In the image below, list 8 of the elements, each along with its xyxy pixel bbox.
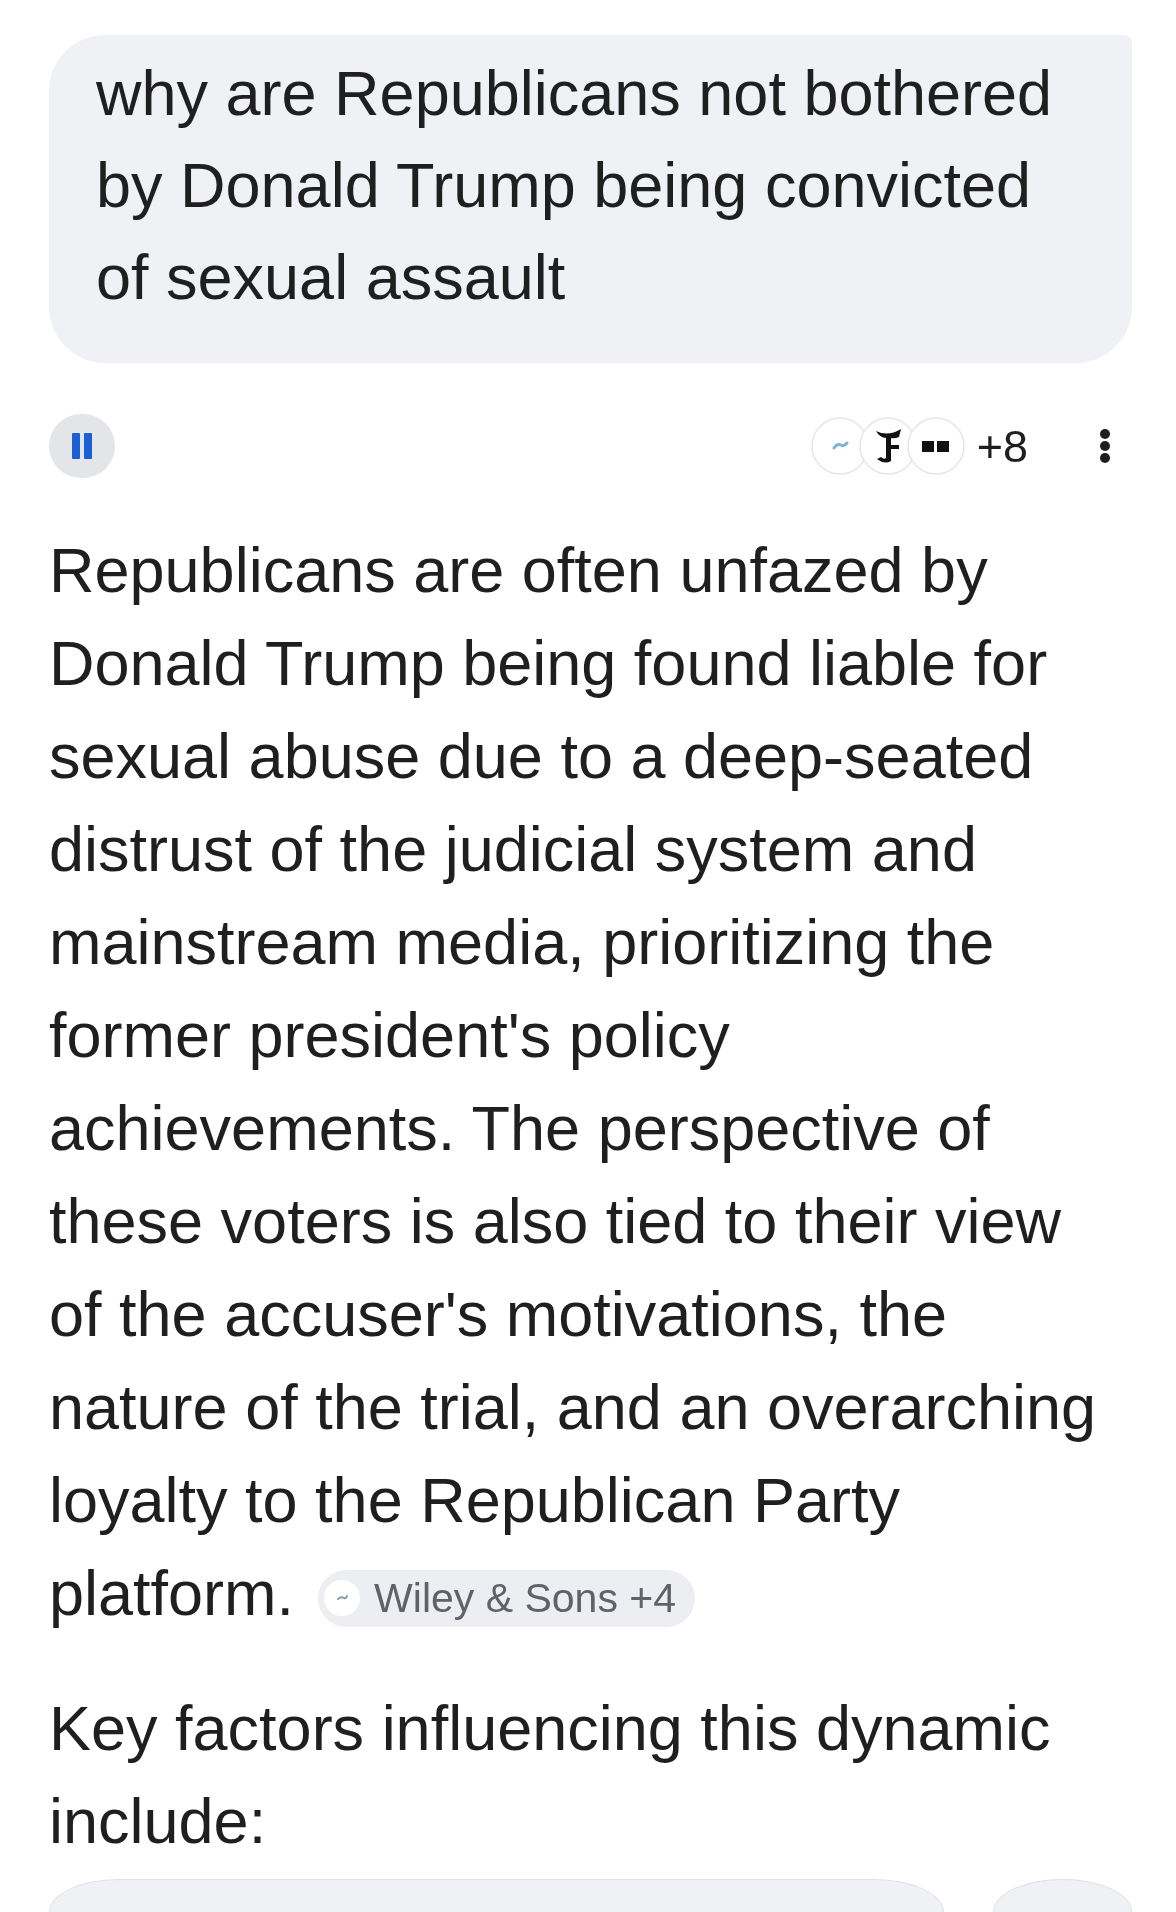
site-logo-icon xyxy=(324,1580,361,1617)
citation-chip[interactable]: Wiley & Sons +4 xyxy=(318,1569,696,1627)
query-text: why are Republicans not bothered by Donald Trump being convicted of sexual assault xyxy=(96,57,1054,314)
more-options-icon xyxy=(1099,429,1111,463)
squares-logo-icon xyxy=(906,417,965,475)
section-heading: Key factors influencing this dynamic include: xyxy=(49,1692,1052,1858)
answer-paragraph: Republicans are often unfazed by Donald Trump being found liable for sexual abuse due to a deep-seated distrust of the judicial system and mainstream media, prioritizing the former president's policy achievements. The perspective of these voters is also tied to their view of the accuser's motivations, the nature of the trial, and an overarching loyalty to the Republican Party platform. Wiley & Sons +4 xyxy=(49,534,1098,1630)
sources-button[interactable]: +8 xyxy=(810,414,1028,478)
